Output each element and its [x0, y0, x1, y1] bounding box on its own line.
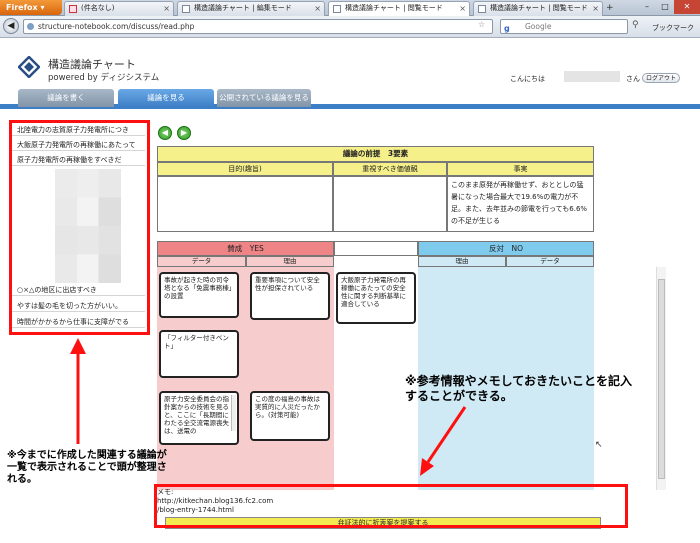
- memo-highlight-box: [154, 484, 628, 528]
- close-window-button[interactable]: ✕: [674, 0, 700, 14]
- maximize-button[interactable]: □: [656, 0, 674, 14]
- premise-column-values: 重視すべき価値観: [333, 162, 447, 176]
- chart-scrollbar[interactable]: [656, 267, 666, 490]
- user-name-redacted: [564, 71, 620, 82]
- yes-reason-card[interactable]: 重要事項について安全性が担保されている: [250, 272, 330, 320]
- tab-write[interactable]: 議論を書く: [18, 89, 114, 107]
- browser-tab-label: 構造議論チャート | 閲覧モード: [345, 4, 443, 12]
- premise-title: 議論の前提 3要素: [157, 146, 594, 162]
- card-text: 原子力安全委員会の指針案からの技術を見ると、ここに「長期間にわたる全交流電源喪失…: [164, 395, 229, 435]
- page-icon: [182, 5, 190, 13]
- bookmarks-menu[interactable]: ブックマーク: [652, 23, 694, 33]
- yes-data-card[interactable]: 「フィルター付きベント」: [159, 330, 239, 378]
- minimize-button[interactable]: –: [638, 0, 656, 14]
- yes-reason-card[interactable]: この度の福島の事故は実質的に人災だったから。(対策可能): [250, 391, 330, 441]
- premise-values-cell[interactable]: [333, 176, 447, 232]
- browser-tab-1[interactable]: (件名なし) ×: [64, 1, 174, 16]
- search-input[interactable]: g Google: [500, 19, 628, 34]
- sidebar-highlight-box: [9, 120, 150, 335]
- scrollbar-thumb[interactable]: [658, 279, 665, 479]
- premise-facts-cell[interactable]: このまま原発が再稼働せず、おととしの猛暑になった場合最大で19.6%の電力が不足…: [447, 176, 594, 232]
- new-tab-button[interactable]: +: [606, 3, 614, 13]
- browser-tab-label: 構造議論チャート | 閲覧モード: [490, 4, 588, 12]
- no-reason-header: 理由: [418, 256, 506, 267]
- annotation-left: ※今までに作成した関連する議論が一覧で表示されることで頭が整理される。: [7, 450, 167, 485]
- yes-data-card[interactable]: 原子力安全委員会の指針案からの技術を見ると、ここに「長期間にわたる全交流電源喪失…: [159, 391, 239, 445]
- card-scrollbar[interactable]: [231, 395, 236, 431]
- browser-tab-4[interactable]: 構造議論チャート | 閲覧モード ×: [473, 1, 603, 16]
- yes-data-header: データ: [157, 256, 246, 267]
- browser-tab-2[interactable]: 構造議論チャート | 編集モード ×: [177, 1, 325, 16]
- next-arrow-icon[interactable]: ▶: [177, 126, 191, 140]
- center-card[interactable]: 大飯原子力発電所の再稼働にあたっての安全性に関する判断基準に適合している: [336, 272, 416, 324]
- url-bar[interactable]: structure-notebook.com/discuss/read.php: [23, 19, 493, 34]
- close-icon[interactable]: ×: [459, 2, 466, 15]
- tab-view[interactable]: 議論を見る: [118, 89, 214, 107]
- no-data-header: データ: [506, 256, 594, 267]
- browser-tab-label: 構造議論チャート | 編集モード: [194, 4, 292, 12]
- browser-tab-3[interactable]: 構造議論チャート | 閲覧モード ×: [328, 1, 470, 16]
- center-header: [334, 241, 418, 256]
- browser-navbar: ◀ structure-notebook.com/discuss/read.ph…: [0, 16, 700, 38]
- screen: Firefox ▾ (件名なし) × 構造議論チャート | 編集モード × 構造…: [0, 0, 700, 543]
- tab-public[interactable]: 公開されている議論を見る: [217, 89, 311, 107]
- app-subtitle: powered by ディジシステム: [48, 73, 160, 83]
- gmail-icon: [69, 5, 77, 13]
- yes-reason-header: 理由: [246, 256, 334, 267]
- premise-column-purpose: 目的(趣旨): [157, 162, 333, 176]
- window-controls: – □ ✕: [638, 0, 700, 14]
- close-icon[interactable]: ×: [592, 2, 599, 15]
- no-header: 反対 NO: [418, 241, 594, 256]
- google-icon: g: [504, 24, 510, 33]
- prev-arrow-icon[interactable]: ◀: [158, 126, 172, 140]
- back-icon: ◀: [7, 21, 15, 31]
- globe-icon: [27, 23, 34, 30]
- page-icon: [333, 5, 341, 13]
- close-icon[interactable]: ×: [163, 2, 170, 15]
- yes-header: 賛成 YES: [157, 241, 334, 256]
- annotation-right: ※参考情報やメモしておきたいことを記入することができる。: [405, 374, 632, 403]
- premise-purpose-cell[interactable]: [157, 176, 333, 232]
- cursor-icon: ↖: [595, 440, 603, 450]
- browser-tab-label: (件名なし): [81, 4, 115, 12]
- search-placeholder: Google: [525, 22, 552, 31]
- search-icon[interactable]: ⚲: [632, 20, 639, 30]
- url-text: structure-notebook.com/discuss/read.php: [38, 22, 195, 31]
- logo-icon: [18, 56, 40, 78]
- premise-column-facts: 事実: [447, 162, 594, 176]
- main-nav: 議論を書く 議論を見る 公開されている議論を見る: [0, 89, 700, 109]
- yes-data-card[interactable]: 事故が起きた時の司令塔となる「免震事務棟」の設置: [159, 272, 239, 318]
- back-button[interactable]: ◀: [3, 18, 19, 34]
- page-icon: [478, 5, 486, 13]
- star-icon[interactable]: ☆: [478, 20, 485, 29]
- arrow-up-head: [70, 338, 86, 354]
- firefox-menu-button[interactable]: Firefox ▾: [0, 0, 62, 15]
- app-title: 構造議論チャート: [48, 58, 136, 71]
- browser-tabbar: Firefox ▾ (件名なし) × 構造議論チャート | 編集モード × 構造…: [0, 0, 700, 16]
- logout-button[interactable]: ログアウト: [642, 73, 680, 83]
- greeting-suffix: さん: [626, 75, 640, 83]
- greeting: こんにちは: [510, 75, 545, 83]
- close-icon[interactable]: ×: [314, 2, 321, 15]
